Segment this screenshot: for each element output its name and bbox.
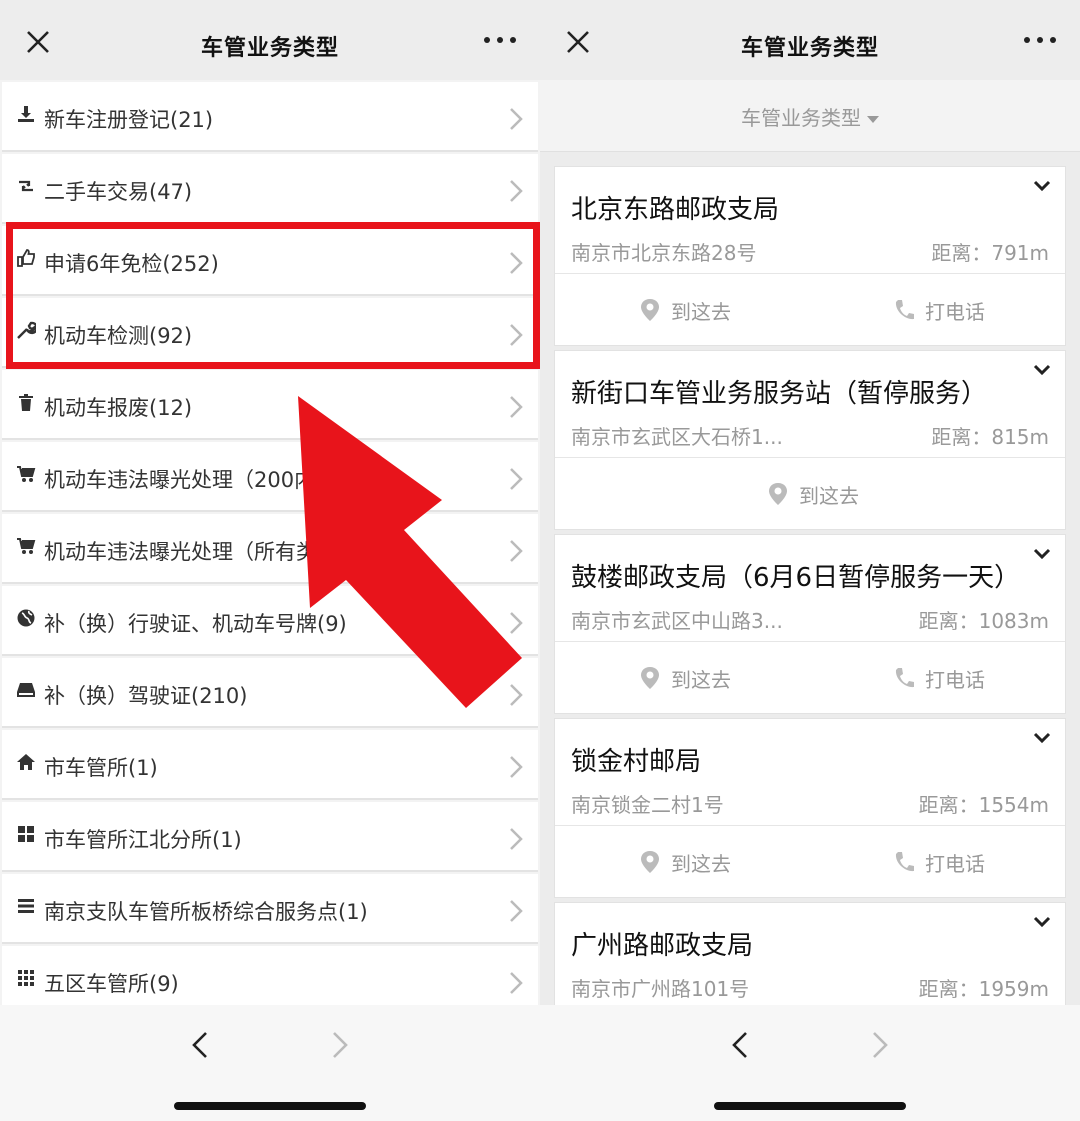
chevron-right-icon bbox=[510, 180, 523, 202]
location-pin-icon bbox=[641, 667, 659, 689]
chevron-right-icon bbox=[510, 756, 523, 778]
location-name: 鼓楼邮政支局（6月6日暂停服务一天） bbox=[571, 563, 1021, 593]
left-panel: 车管业务类型 新车注册登记(21) 二手车交易(47) 申请6年免检(252) … bbox=[0, 0, 540, 1121]
location-card[interactable]: 新街口车管业务服务站（暂停服务） 南京市玄武区大石桥1... 距离：815m 到… bbox=[554, 350, 1066, 530]
filter-dropdown[interactable]: 车管业务类型 bbox=[540, 102, 1080, 131]
call-button[interactable]: 打电话 bbox=[893, 848, 1013, 876]
chevron-down-icon[interactable] bbox=[1033, 547, 1051, 561]
list-item-label: 市车管所江北分所(1) bbox=[44, 828, 242, 852]
list-item-label: 机动车报废(12) bbox=[44, 396, 193, 420]
grid-icon bbox=[18, 826, 34, 842]
phone-icon bbox=[895, 300, 914, 320]
navigate-button[interactable]: 到这去 bbox=[639, 296, 759, 324]
chevron-right-icon bbox=[510, 900, 523, 922]
home-icon bbox=[17, 754, 35, 770]
location-name: 北京东路邮政支局 bbox=[571, 195, 780, 225]
list-item-label: 市车管所(1) bbox=[44, 756, 158, 780]
location-distance: 距离：1554m bbox=[918, 793, 1049, 817]
location-pin-icon bbox=[641, 851, 659, 873]
filter-bar[interactable]: 车管业务类型 bbox=[540, 80, 1080, 152]
location-pin-icon bbox=[769, 483, 787, 505]
location-name: 锁金村邮局 bbox=[571, 747, 702, 777]
location-distance: 距离：815m bbox=[931, 425, 1049, 449]
chevron-down-icon[interactable] bbox=[1033, 731, 1051, 745]
page-title: 车管业务类型 bbox=[200, 36, 339, 61]
back-chevron-icon[interactable] bbox=[730, 1029, 750, 1061]
upload-icon bbox=[18, 106, 34, 122]
home-indicator[interactable] bbox=[714, 1102, 906, 1110]
location-address: 南京市玄武区中山路3... bbox=[571, 609, 783, 633]
list-item[interactable]: 市车管所江北分所(1) bbox=[2, 802, 538, 872]
call-button[interactable]: 打电话 bbox=[893, 296, 1013, 324]
navigate-button[interactable]: 到这去 bbox=[639, 664, 759, 692]
more-options-icon[interactable] bbox=[482, 30, 518, 50]
more-options-icon[interactable] bbox=[1022, 30, 1058, 50]
chevron-right-icon bbox=[510, 972, 523, 994]
red-arrow-annotation bbox=[298, 396, 522, 708]
location-address: 南京市广州路101号 bbox=[571, 977, 750, 1001]
list-item-label: 二手车交易(47) bbox=[44, 180, 193, 204]
list-item-label: 南京支队车管所板桥综合服务点(1) bbox=[44, 900, 368, 924]
list-item[interactable]: 五区车管所(9) bbox=[2, 946, 538, 1005]
location-card[interactable]: 锁金村邮局 南京锁金二村1号 距离：1554m 到这去 打电话 bbox=[554, 718, 1066, 898]
left-top-bar: 车管业务类型 bbox=[0, 0, 540, 80]
caret-down-icon bbox=[867, 116, 879, 123]
forward-chevron-icon[interactable] bbox=[330, 1029, 350, 1061]
chevron-right-icon bbox=[510, 108, 523, 130]
card-actions: 到这去 打电话 bbox=[555, 641, 1065, 713]
location-card[interactable]: 北京东路邮政支局 南京市北京东路28号 距离：791m 到这去 打电话 bbox=[554, 166, 1066, 346]
list-item-label: 补（换）驾驶证(210) bbox=[44, 684, 248, 708]
location-card[interactable]: 广州路邮政支局 南京市广州路101号 距离：1959m bbox=[554, 902, 1066, 1005]
back-chevron-icon[interactable] bbox=[190, 1029, 210, 1061]
cart-icon bbox=[17, 538, 36, 554]
list-icon bbox=[18, 899, 34, 913]
location-name: 广州路邮政支局 bbox=[571, 931, 754, 961]
highlight-box bbox=[6, 222, 540, 369]
right-panel: 车管业务类型 车管业务类型 北京东路邮政支局 南京市北京东路28号 距离：791… bbox=[540, 0, 1080, 1121]
list-item-label: 新车注册登记(21) bbox=[44, 108, 214, 132]
grid-small-icon bbox=[18, 970, 34, 986]
location-address: 南京市北京东路28号 bbox=[571, 241, 757, 265]
right-top-bar: 车管业务类型 bbox=[540, 0, 1080, 80]
right-bottom-bar bbox=[540, 1005, 1080, 1121]
location-distance: 距离：791m bbox=[931, 241, 1049, 265]
location-address: 南京市玄武区大石桥1... bbox=[571, 425, 783, 449]
phone-icon bbox=[895, 668, 914, 688]
list-item[interactable]: 市车管所(1) bbox=[2, 730, 538, 800]
location-pin-icon bbox=[641, 299, 659, 321]
chevron-down-icon[interactable] bbox=[1033, 179, 1051, 193]
home-indicator[interactable] bbox=[174, 1102, 366, 1110]
forward-chevron-icon[interactable] bbox=[870, 1029, 890, 1061]
list-item-label: 五区车管所(9) bbox=[44, 972, 179, 996]
location-address: 南京锁金二村1号 bbox=[571, 793, 724, 817]
page-title: 车管业务类型 bbox=[740, 36, 879, 61]
list-item[interactable]: 南京支队车管所板桥综合服务点(1) bbox=[2, 874, 538, 944]
card-actions: 到这去 打电话 bbox=[555, 273, 1065, 345]
list-item[interactable]: 二手车交易(47) bbox=[2, 154, 538, 224]
chevron-right-icon bbox=[510, 828, 523, 850]
cart-icon bbox=[17, 466, 36, 482]
navigate-button[interactable]: 到这去 bbox=[639, 848, 759, 876]
chevron-down-icon[interactable] bbox=[1033, 363, 1051, 377]
list-item[interactable]: 新车注册登记(21) bbox=[2, 82, 538, 152]
location-distance: 距离：1083m bbox=[918, 609, 1049, 633]
filter-label: 车管业务类型 bbox=[741, 106, 861, 130]
hdd-icon bbox=[17, 683, 35, 697]
call-button[interactable]: 打电话 bbox=[893, 664, 1013, 692]
location-card[interactable]: 鼓楼邮政支局（6月6日暂停服务一天） 南京市玄武区中山路3... 距离：1083… bbox=[554, 534, 1066, 714]
location-distance: 距离：1959m bbox=[918, 977, 1049, 1001]
left-bottom-bar bbox=[0, 1005, 540, 1121]
navigate-button[interactable]: 到这去 bbox=[767, 480, 887, 508]
globe-icon bbox=[17, 609, 35, 627]
card-actions: 到这去 打电话 bbox=[555, 825, 1065, 897]
phone-icon bbox=[895, 852, 914, 872]
chevron-down-icon[interactable] bbox=[1033, 915, 1051, 929]
card-actions: 到这去 bbox=[555, 457, 1065, 529]
location-name: 新街口车管业务服务站（暂停服务） bbox=[571, 379, 988, 409]
trash-icon bbox=[19, 394, 33, 411]
retweet-icon bbox=[19, 180, 33, 192]
location-card-list: 北京东路邮政支局 南京市北京东路28号 距离：791m 到这去 打电话 新街口车… bbox=[540, 152, 1080, 1005]
